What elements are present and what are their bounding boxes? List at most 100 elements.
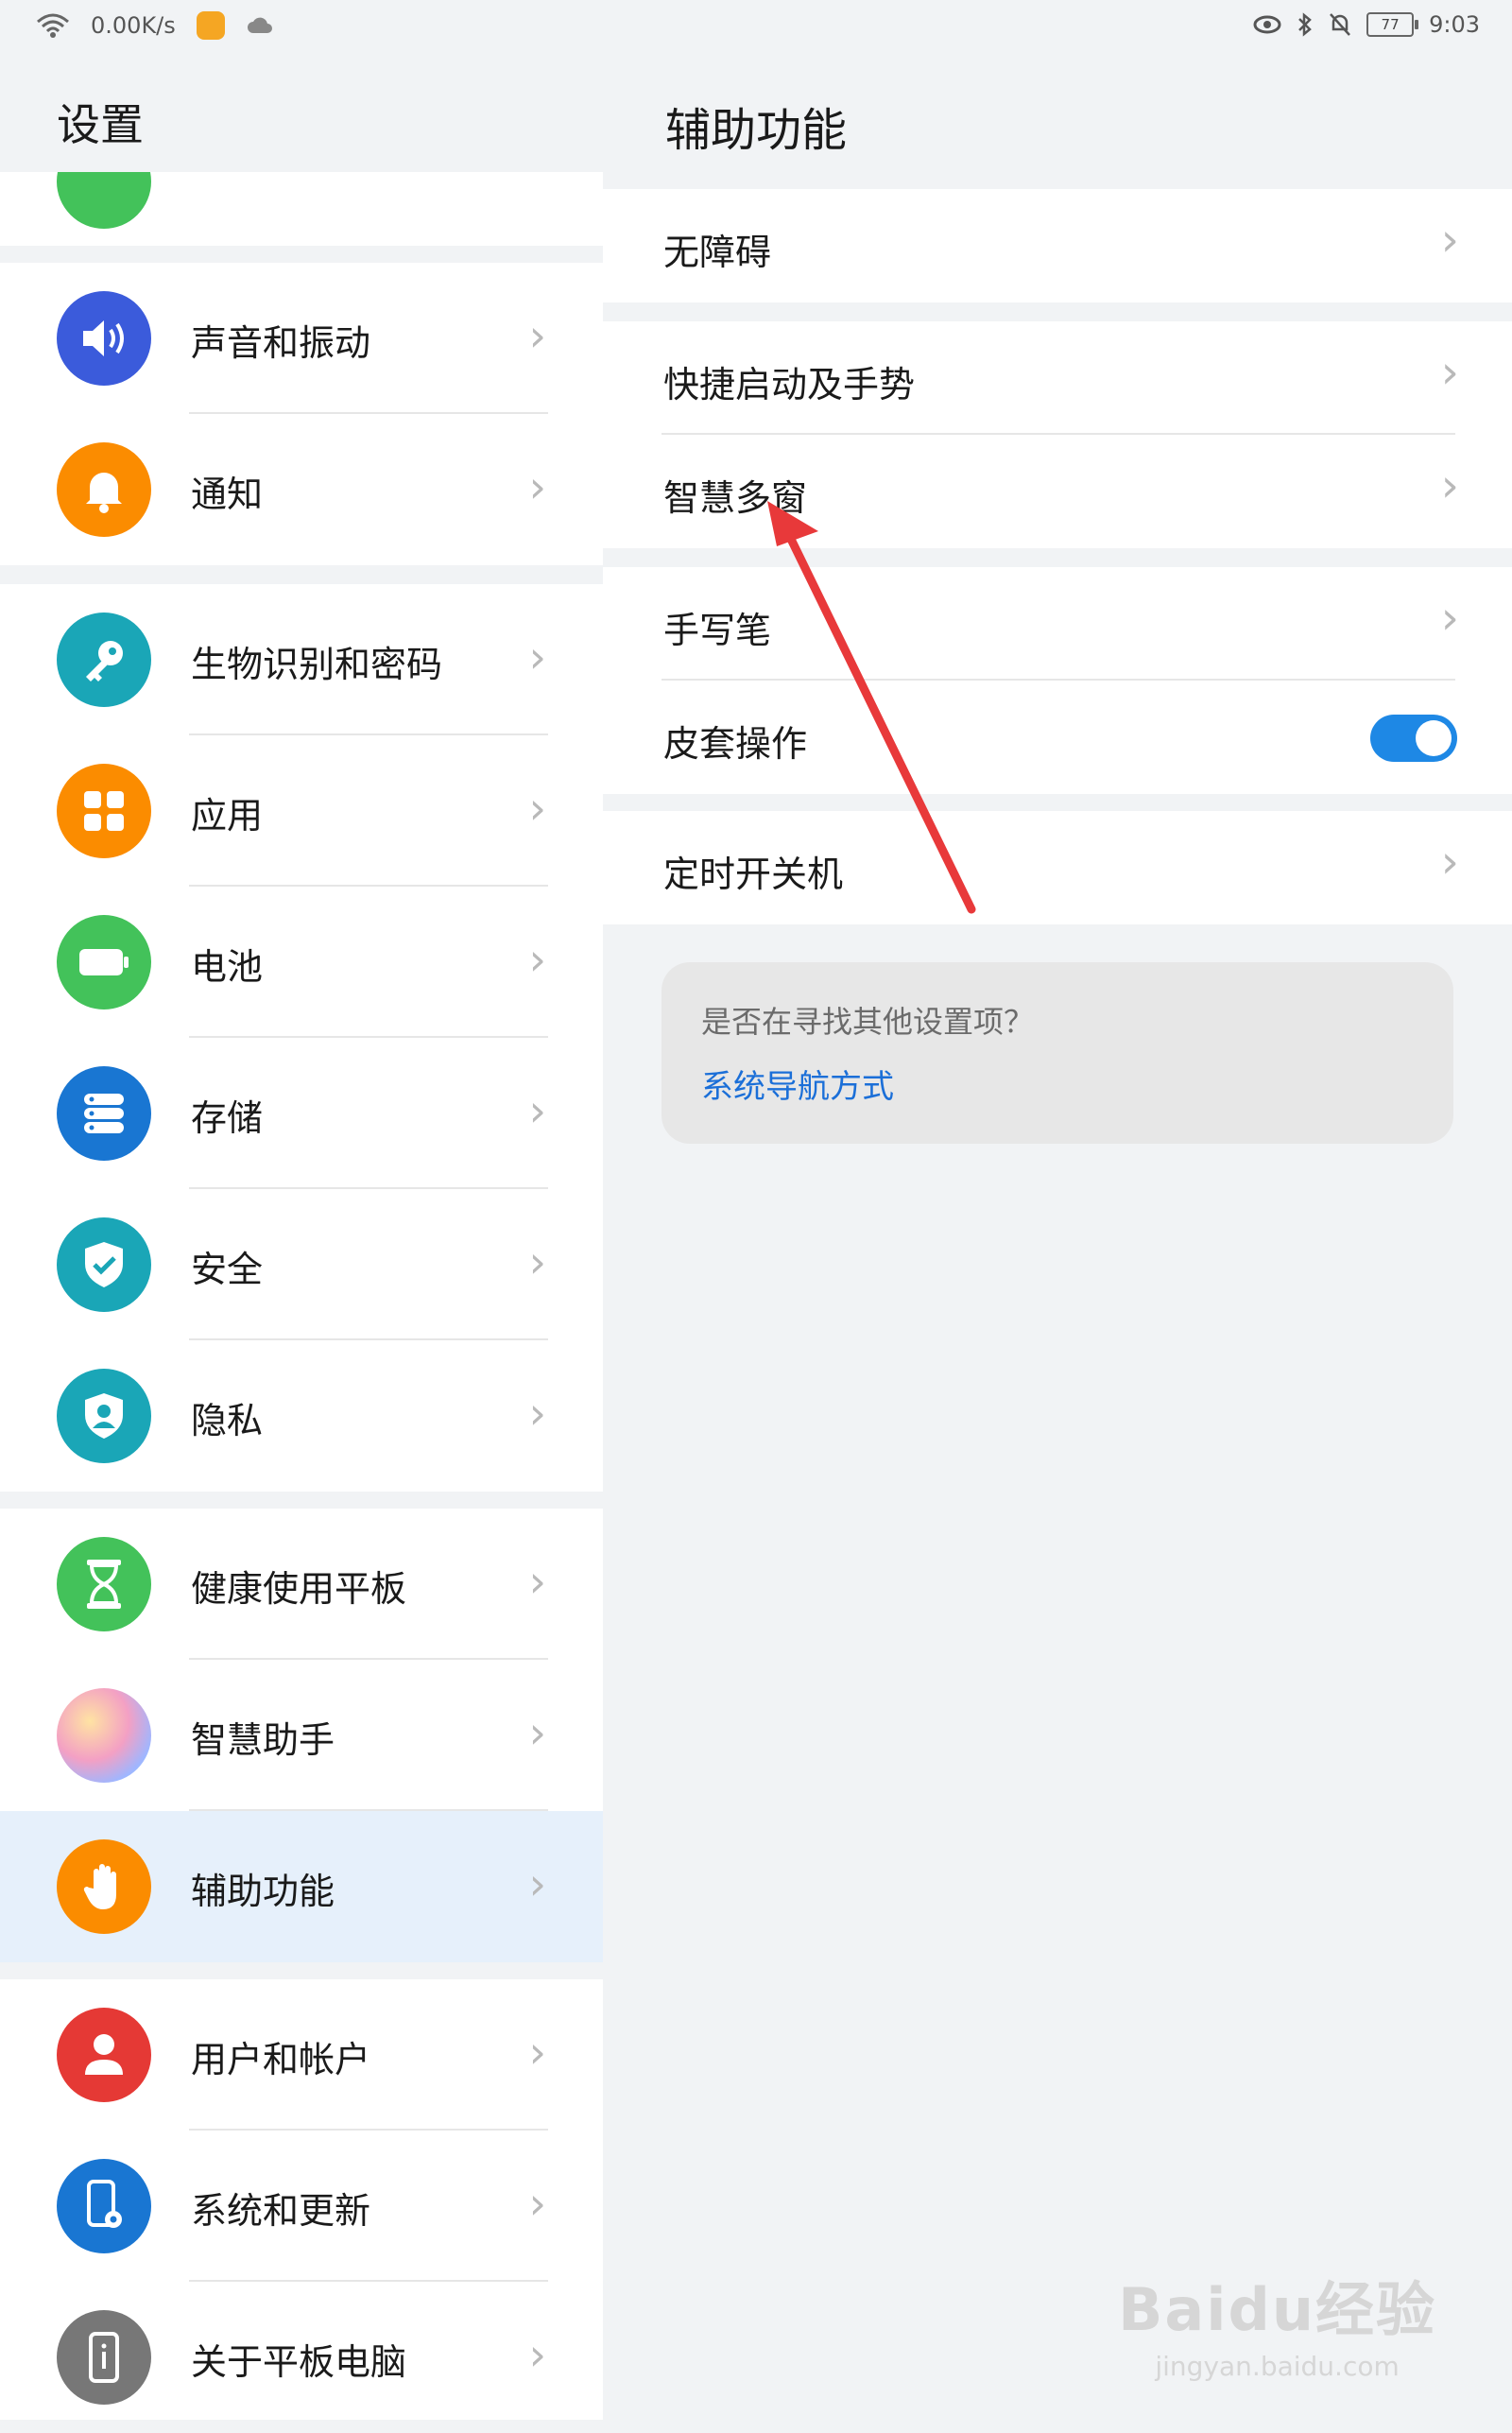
system-navigation-link[interactable]: 系统导航方式 [701,1061,894,1107]
hourglass-icon [57,1537,151,1631]
system-update-icon [57,2159,151,2253]
settings-item-label: 应用 [191,795,264,837]
settings-item-apps[interactable]: 应用 › [0,735,603,887]
settings-item-label: 声音和振动 [191,322,371,364]
battery-indicator: 77 [1366,12,1419,37]
chevron-right-icon: › [528,1707,546,1758]
chevron-right-icon: › [528,310,546,361]
network-speed: 0.00K/s [91,12,176,39]
toggle-knob [1416,720,1452,756]
settings-item-label: 安全 [191,1249,264,1290]
storage-icon [57,1066,151,1161]
settings-list-pane: 设置 声音和振动 › 通知 › 生物识别和密码 › 应用 › 电池 › 存储 ›… [0,55,603,2420]
chevron-right-icon: › [1440,836,1459,889]
chevron-right-icon: › [528,2178,546,2229]
settings-item-label: 隐私 [191,1400,264,1441]
settings-item-smart-assistant[interactable]: 智慧助手 › [0,1660,603,1811]
chevron-right-icon: › [528,631,546,682]
settings-item-label: 辅助功能 [191,1871,335,1912]
settings-item-label: 电池 [191,946,264,988]
chevron-right-icon: › [528,1388,546,1439]
bell-muted-icon [1330,13,1351,36]
detail-item-scheduled-power[interactable]: 定时开关机 › [603,811,1512,924]
settings-item-sound[interactable]: 声音和振动 › [0,263,603,414]
battery-icon [57,915,151,1009]
detail-item-multi-window[interactable]: 智慧多窗 › [603,435,1512,548]
settings-group-2: 生物识别和密码 › 应用 › 电池 › 存储 › 安全 › 隐私 › [0,584,603,1492]
detail-item-stylus[interactable]: 手写笔 › [603,567,1512,681]
chevron-right-icon: › [1440,592,1459,645]
wifi-icon [37,13,69,38]
bell-icon [57,442,151,537]
detail-item-shortcuts-gestures[interactable]: 快捷启动及手势 › [603,321,1512,435]
settings-item-digital-balance[interactable]: 健康使用平板 › [0,1509,603,1660]
eye-icon [1253,15,1281,34]
detail-item-label: 手写笔 [663,610,772,651]
status-bar: 0.00K/s 77 9:03 [0,0,1512,55]
chevron-right-icon: › [1440,214,1459,267]
settings-item-label: 健康使用平板 [191,1568,407,1610]
detail-group-1: 无障碍 › [603,189,1512,302]
settings-item-label: 智慧助手 [191,1719,335,1761]
detail-item-accessibility[interactable]: 无障碍 › [603,189,1512,302]
settings-item-label: 用户和帐户 [191,2039,371,2080]
suggestion-card: 是否在寻找其他设置项？ 系统导航方式 [662,962,1453,1144]
settings-item-about-tablet[interactable]: 关于平板电脑 › [0,2282,603,2433]
detail-group-3: 手写笔 › 皮套操作 [603,567,1512,794]
detail-title: 辅助功能 [665,104,848,157]
user-icon [57,2008,151,2102]
watermark: Baidu经验 jingyan.baidu.com [1118,2262,1436,2382]
chevron-right-icon: › [528,1556,546,1607]
detail-group-4: 定时开关机 › [603,811,1512,924]
detail-item-label: 定时开关机 [663,854,844,895]
privacy-icon [57,1369,151,1463]
assistant-icon [57,1688,151,1783]
settings-item-label: 生物识别和密码 [191,644,443,685]
cover-operation-toggle[interactable] [1370,715,1457,762]
shield-check-icon [57,1217,151,1312]
settings-item-label: 存储 [191,1097,264,1139]
settings-group-4: 用户和帐户 › 系统和更新 › 关于平板电脑 › [0,1979,603,2420]
chevron-right-icon: › [1440,346,1459,399]
detail-item-label: 皮套操作 [663,723,808,765]
chevron-right-icon: › [528,2027,546,2078]
speaker-icon [57,291,151,386]
settings-item-label: 系统和更新 [191,2190,371,2232]
settings-item-privacy[interactable]: 隐私 › [0,1340,603,1492]
apps-grid-icon [57,764,151,858]
settings-group-1: 声音和振动 › 通知 › [0,263,603,565]
status-right: 77 9:03 [1253,11,1480,38]
page-title: 设置 [57,99,144,150]
chevron-right-icon: › [528,2329,546,2380]
chevron-right-icon: › [528,461,546,512]
status-left: 0.00K/s [36,11,274,40]
settings-item-notifications[interactable]: 通知 › [0,414,603,565]
settings-group-3: 健康使用平板 › 智慧助手 › 辅助功能 › [0,1509,603,1962]
cloud-icon [247,17,272,33]
settings-item-accessibility[interactable]: 辅助功能 › [0,1811,603,1962]
watermark-brand: Baidu经验 [1118,2275,1436,2344]
watermark-url: jingyan.baidu.com [1155,2351,1400,2382]
chevron-right-icon: › [528,934,546,985]
hand-icon [57,1839,151,1934]
chevron-right-icon: › [528,783,546,834]
settings-item-biometrics[interactable]: 生物识别和密码 › [0,584,603,735]
settings-item-storage[interactable]: 存储 › [0,1038,603,1189]
app-notification-icon [196,11,225,40]
clock: 9:03 [1429,11,1480,38]
suggestion-question: 是否在寻找其他设置项？ [701,1004,1035,1040]
settings-item-system-update[interactable]: 系统和更新 › [0,2131,603,2282]
chevron-right-icon: › [528,1858,546,1909]
settings-item-security[interactable]: 安全 › [0,1189,603,1340]
detail-item-cover-operation: 皮套操作 [603,681,1512,794]
key-icon [57,613,151,707]
bluetooth-icon [1298,12,1312,37]
accessibility-detail-pane: 辅助功能 无障碍 › 快捷启动及手势 › 智慧多窗 › 手写笔 › 皮套操作 定… [603,55,1512,2420]
chevron-right-icon: › [528,1236,546,1287]
chevron-right-icon: › [528,1085,546,1136]
settings-item-battery[interactable]: 电池 › [0,887,603,1038]
detail-item-label: 无障碍 [663,232,772,273]
settings-item-users[interactable]: 用户和帐户 › [0,1979,603,2131]
info-device-icon [57,2310,151,2405]
detail-item-label: 快捷启动及手势 [663,364,916,406]
